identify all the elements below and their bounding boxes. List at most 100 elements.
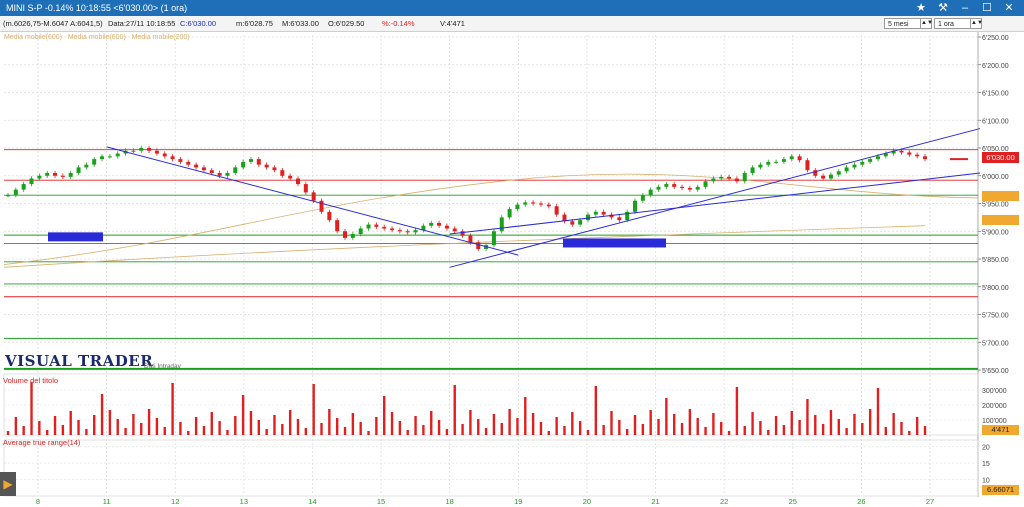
volume-bar <box>751 412 754 435</box>
volume-bar <box>774 416 778 435</box>
volume-bar <box>398 421 402 435</box>
candle-body <box>272 167 277 171</box>
candle-body <box>256 159 261 165</box>
candle-body <box>601 211 606 215</box>
volume-bar <box>915 417 919 435</box>
volume-bar <box>563 426 566 435</box>
candle-body <box>21 184 26 190</box>
volume-bar <box>461 424 464 435</box>
volume-bar <box>665 398 668 435</box>
volume-bar <box>790 411 793 435</box>
volume-bar <box>633 415 637 435</box>
volume-bar <box>265 429 268 435</box>
candle-body <box>288 175 293 179</box>
volume-bar <box>806 399 809 435</box>
y-tick-label: 6'100.00 <box>982 118 1009 125</box>
candle-body <box>45 172 50 176</box>
candle-body <box>194 164 199 168</box>
volume-bar <box>594 386 598 435</box>
candle-body <box>60 175 65 177</box>
candle-body <box>742 172 747 182</box>
candle-body <box>186 161 191 165</box>
x-tick-label: 22 <box>720 497 728 506</box>
candle-body <box>100 156 105 160</box>
volume-bar <box>226 430 229 435</box>
x-tick-label: 19 <box>514 497 522 506</box>
candle-body <box>170 156 175 160</box>
volume-tag: 4'471 <box>982 425 1019 435</box>
volume-bar <box>320 423 323 435</box>
candle-body <box>507 209 512 218</box>
volume-bar <box>249 411 253 435</box>
x-tick-label: 20 <box>583 497 591 506</box>
volume-bar <box>845 428 848 435</box>
candle-body <box>672 184 677 187</box>
ma-tag-1 <box>982 191 1019 201</box>
volume-tick-label: 200'000 <box>982 403 1007 410</box>
volume-bar <box>45 430 49 435</box>
candle-body <box>374 224 379 227</box>
candle-body <box>350 234 355 238</box>
volume-bar <box>837 419 840 435</box>
volume-bar <box>132 414 135 435</box>
candle-body <box>585 214 590 221</box>
volume-bar <box>712 413 715 435</box>
logo-subtitle: Dati Intraday <box>144 363 181 370</box>
candle-body <box>225 172 230 176</box>
candle-body <box>774 161 779 163</box>
x-tick-label: 11 <box>103 497 111 506</box>
volume-bar <box>61 425 65 435</box>
candle-body <box>531 202 536 204</box>
ma-legend-3: Media mobile(200) <box>131 34 190 41</box>
volume-bar <box>641 424 645 435</box>
candle-body <box>781 159 786 162</box>
volume-bar <box>30 382 33 435</box>
candle-body <box>131 150 136 152</box>
candle-body <box>648 189 653 196</box>
volume-tick-label: 100'000 <box>982 418 1007 425</box>
candle-body <box>868 159 873 162</box>
volume-bar <box>383 396 386 435</box>
y-tick-label: 6'200.00 <box>982 63 1009 70</box>
candle-body <box>390 228 395 231</box>
candle-body <box>366 224 371 229</box>
x-tick-label: 13 <box>240 497 248 506</box>
candle-body <box>546 204 551 207</box>
candle-body <box>640 195 645 201</box>
volume-bar <box>531 413 535 435</box>
candle-body <box>76 167 81 173</box>
volume-bar <box>343 427 347 435</box>
candle-body <box>162 153 167 157</box>
volume-bar <box>108 410 112 435</box>
candle-body <box>397 230 402 232</box>
volume-bar <box>304 428 308 435</box>
volume-bar <box>618 420 621 435</box>
ma-legend: Media mobile(600) Media mobile(600) Medi… <box>4 34 190 41</box>
candle-body <box>405 231 410 233</box>
volume-bar <box>547 431 550 435</box>
candle-body <box>633 200 638 212</box>
volume-bar <box>194 417 198 435</box>
volume-bar <box>586 430 590 435</box>
y-tick-label: 6'150.00 <box>982 91 1009 98</box>
price-chart[interactable]: 8 11 12 13 14 15 18 19 20 21 22 25 26 27 6'250.00 6'200… <box>0 0 1024 507</box>
volume-bar <box>359 422 362 435</box>
candle-body <box>491 231 496 246</box>
volume-bar <box>257 420 261 435</box>
candle-body <box>899 150 904 153</box>
atr-tick-label: 10 <box>982 478 990 485</box>
volume-bar <box>390 412 394 435</box>
candle-body <box>115 153 120 157</box>
candle-body <box>680 186 685 188</box>
zone-box <box>563 238 666 248</box>
volume-bar <box>312 384 315 435</box>
candle-body <box>844 167 849 172</box>
volume-bar <box>484 428 488 435</box>
volume-bar <box>218 421 221 435</box>
candle-body <box>860 161 865 165</box>
volume-bar <box>171 383 174 435</box>
volume-bar <box>241 395 245 435</box>
expand-arrow-icon[interactable]: ▶ <box>0 472 16 496</box>
candle-body <box>821 175 826 179</box>
volume-bar <box>500 423 503 435</box>
